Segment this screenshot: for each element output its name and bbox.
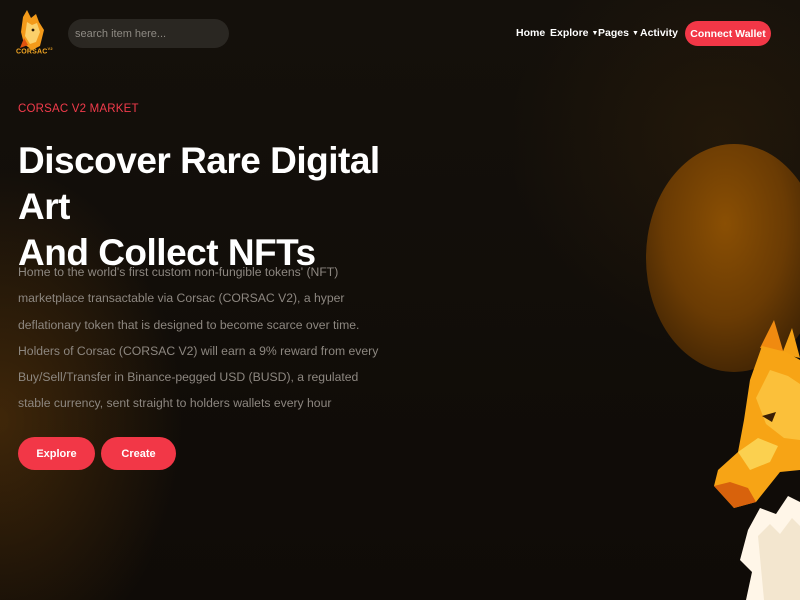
nav-home-label: Home bbox=[516, 27, 546, 39]
connect-wallet-button[interactable]: Connect Wallet bbox=[685, 21, 771, 46]
hero-description: Home to the world's first custom non-fun… bbox=[18, 265, 379, 411]
nav-pages-label: Pages bbox=[598, 27, 629, 39]
nav-home[interactable]: Home bbox=[516, 27, 545, 41]
explore-button-label: Explore bbox=[36, 447, 77, 460]
chevron-down-icon: ▼ bbox=[631, 30, 639, 37]
connect-wallet-label: Connect Wallet bbox=[690, 27, 766, 40]
logo-text: CORSACV2 bbox=[16, 46, 53, 56]
headline-line-1: Discover Rare Digital Art bbox=[18, 140, 380, 227]
create-button[interactable]: Create bbox=[101, 437, 176, 470]
nav-explore-label: Explore bbox=[550, 27, 589, 39]
nav-activity-label: Activity bbox=[640, 27, 678, 39]
explore-button[interactable]: Explore bbox=[18, 437, 95, 470]
fox-illustration bbox=[714, 320, 800, 600]
search-input[interactable] bbox=[68, 19, 229, 48]
create-button-label: Create bbox=[121, 447, 156, 460]
hero-headline: Discover Rare Digital Art And Collect NF… bbox=[18, 138, 418, 276]
nav-explore[interactable]: Explore ▼ bbox=[550, 27, 598, 41]
nav-activity[interactable]: Activity bbox=[640, 27, 678, 41]
site-header: CORSACV2 Home Explore▼ Pages▼ Activity C… bbox=[0, 0, 800, 66]
page: CORSACV2 Home Explore▼ Pages▼ Activity C… bbox=[0, 0, 800, 600]
hero-eyebrow: CORSAC V2 MARKET bbox=[18, 103, 139, 115]
nav-pages[interactable]: Pages ▼ bbox=[598, 27, 639, 41]
